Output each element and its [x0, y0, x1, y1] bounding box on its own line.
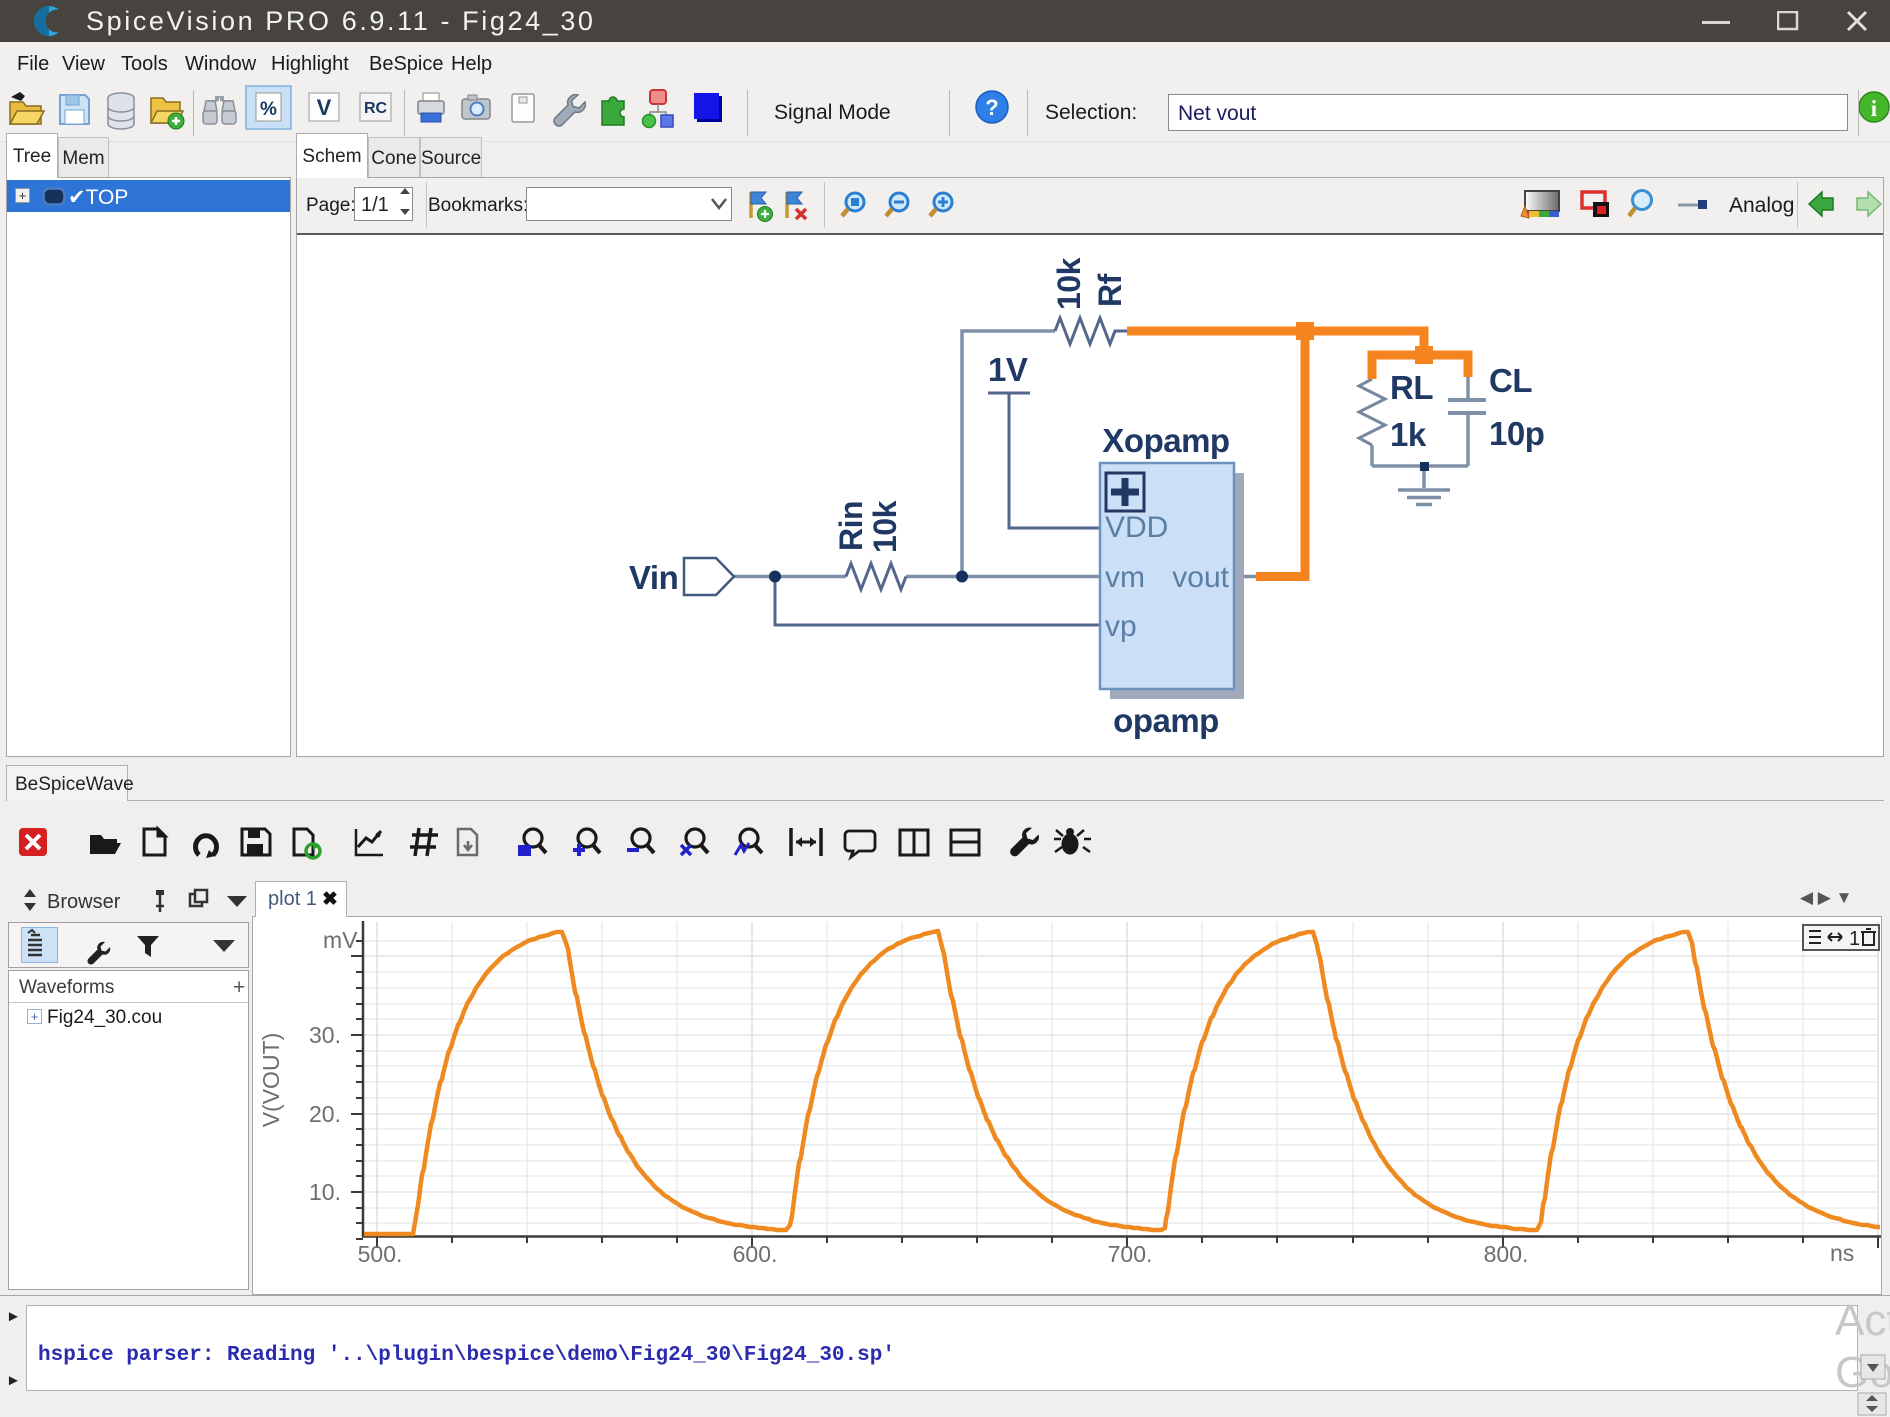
svg-text:10k: 10k: [1051, 257, 1087, 310]
svg-text:Rf: Rf: [1092, 273, 1128, 307]
svg-text:V(VOUT): V(VOUT): [258, 1033, 284, 1128]
svg-text:10.: 10.: [309, 1179, 341, 1205]
svg-text:vout: vout: [1172, 561, 1229, 594]
svg-text:Xopamp: Xopamp: [1102, 422, 1229, 459]
svg-text:500.: 500.: [358, 1241, 403, 1267]
svg-text:vm: vm: [1105, 561, 1145, 594]
svg-text:Vin: Vin: [629, 559, 678, 596]
svg-text:1: 1: [1849, 928, 1860, 950]
svg-text:700.: 700.: [1108, 1241, 1153, 1267]
svg-text:ns: ns: [1830, 1240, 1854, 1266]
svg-text:RL: RL: [1390, 369, 1433, 406]
svg-text:30.: 30.: [309, 1022, 341, 1048]
svg-text:800.: 800.: [1484, 1241, 1529, 1267]
svg-text:vp: vp: [1105, 610, 1137, 643]
svg-text:10k: 10k: [867, 500, 903, 553]
svg-text:20.: 20.: [309, 1101, 341, 1127]
svg-text:i: i: [1871, 96, 1878, 121]
svg-text:%: %: [260, 99, 277, 120]
svg-text:V: V: [317, 95, 332, 120]
svg-text:600.: 600.: [733, 1241, 778, 1267]
svg-text:Browser: Browser: [47, 891, 121, 913]
svg-text:?: ?: [985, 95, 998, 120]
svg-text:1k: 1k: [1390, 416, 1427, 453]
svg-text:mV: mV: [323, 927, 358, 953]
svg-text:VDD: VDD: [1105, 511, 1168, 544]
svg-text:10p: 10p: [1489, 415, 1544, 452]
svg-text:opamp: opamp: [1113, 702, 1219, 739]
svg-text:RC: RC: [364, 100, 388, 117]
svg-text:1V: 1V: [988, 351, 1028, 388]
svg-text:Rin: Rin: [833, 501, 869, 551]
svg-text:CL: CL: [1489, 362, 1532, 399]
